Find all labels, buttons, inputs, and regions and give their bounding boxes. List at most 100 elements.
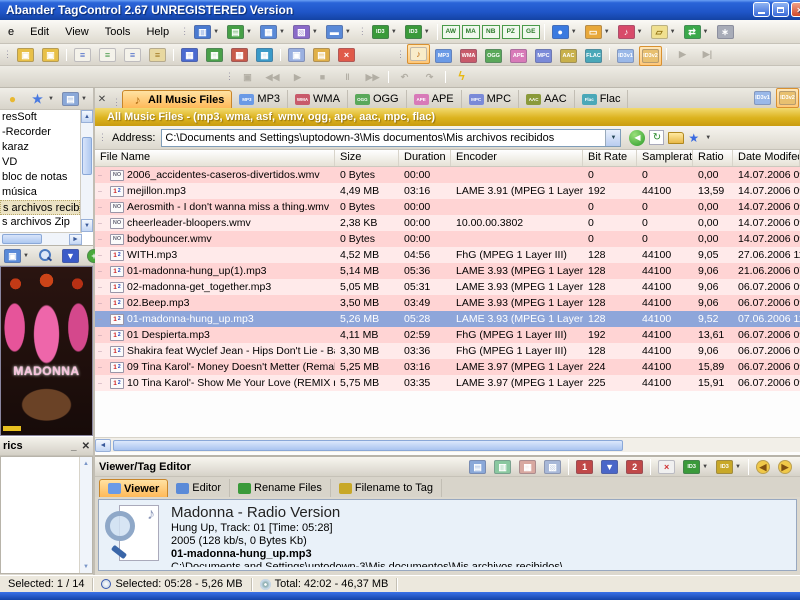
- save-id3v1-button[interactable]: 1: [573, 457, 596, 477]
- tab-mpc[interactable]: MPC MPC: [462, 90, 520, 108]
- dropdown-arrow-icon[interactable]: ▼: [670, 29, 676, 35]
- dropdown-arrow-icon[interactable]: ▼: [637, 29, 643, 35]
- file-convert-button[interactable]: ⇄ ▼: [681, 22, 712, 42]
- toolbar-grip[interactable]: ⋮: [222, 71, 235, 82]
- dropdown-arrow-icon[interactable]: ▼: [702, 464, 708, 470]
- grid-blue-button[interactable]: ▦: [178, 45, 201, 65]
- dropdown-arrow-icon[interactable]: ▼: [48, 96, 54, 102]
- menu-edit[interactable]: Edit: [22, 24, 57, 40]
- column-header[interactable]: File Name: [95, 150, 335, 166]
- scroll-thumb[interactable]: [82, 137, 92, 175]
- dropdown-arrow-icon[interactable]: ▼: [279, 29, 285, 35]
- go-back-button[interactable]: ◀: [629, 129, 646, 146]
- list-view-button[interactable]: ▦ ▼: [257, 22, 288, 42]
- file-row[interactable]: –1 2 01-madonna-hung_up(1).mp3 5,14 MB 05:36…: [95, 263, 800, 279]
- viewer-tab-rename-files[interactable]: Rename Files: [230, 479, 331, 497]
- next-file-button[interactable]: ▶: [775, 457, 795, 477]
- address-input[interactable]: [162, 129, 606, 146]
- dropdown-arrow-icon[interactable]: ▼: [312, 29, 318, 35]
- dropdown-arrow-icon[interactable]: ▼: [705, 135, 711, 141]
- mp3-button[interactable]: MP3: [432, 46, 455, 66]
- tab-ogg[interactable]: OGG OGG: [348, 90, 407, 108]
- menu-view[interactable]: View: [57, 24, 97, 40]
- ogg-button[interactable]: OGG: [482, 46, 505, 66]
- refresh-button[interactable]: ↻: [649, 130, 665, 145]
- ape-button[interactable]: APE: [507, 46, 530, 66]
- menu-file-partial[interactable]: e: [0, 24, 22, 40]
- notepad-2-button[interactable]: ≡: [96, 45, 119, 65]
- viewer-tab-editor[interactable]: Editor: [168, 479, 231, 497]
- dropdown-arrow-icon[interactable]: ▼: [81, 96, 87, 102]
- lyrics-scrollbar[interactable]: ▲ ▼: [79, 457, 92, 573]
- file-list-hscrollbar[interactable]: ◄: [95, 437, 800, 452]
- sidebar-folder-item[interactable]: música: [0, 185, 80, 200]
- scroll-left-icon[interactable]: ◄: [95, 438, 111, 452]
- sidebar-folder-item[interactable]: resSoft: [0, 110, 80, 125]
- copy-tags-b-button[interactable]: ▣: [39, 45, 62, 65]
- dropdown-arrow-icon[interactable]: ▼: [246, 29, 252, 35]
- column-header[interactable]: Encoder: [451, 150, 583, 166]
- toolbar-grip[interactable]: ⋮: [0, 49, 13, 60]
- layout-1-button[interactable]: ▤: [466, 457, 489, 477]
- scroll-up-icon[interactable]: ▲: [80, 457, 92, 470]
- music-tools-button[interactable]: ♪ ▼: [615, 22, 646, 42]
- layout-3-button[interactable]: ▦: [516, 457, 539, 477]
- copy-tags-a-button[interactable]: ▣: [14, 45, 37, 65]
- viewer-tab-filename-to-tag[interactable]: Filename to Tag: [331, 479, 442, 497]
- grid-cyan-button[interactable]: ▦: [253, 45, 276, 65]
- toolbar-grip[interactable]: ⋮: [177, 26, 190, 37]
- web-service-pz-button[interactable]: PZ: [501, 24, 520, 39]
- column-header[interactable]: Date Modifed: [733, 150, 800, 166]
- lyrics-minimize-button[interactable]: _: [71, 441, 77, 452]
- scroll-thumb[interactable]: [113, 439, 623, 451]
- toolbar-grip[interactable]: ⋮: [393, 49, 406, 60]
- paste-button[interactable]: ▤: [310, 45, 333, 65]
- quick-save-button[interactable]: ϟ: [450, 66, 473, 86]
- sidebar-folder-item[interactable]: karaz: [0, 140, 80, 155]
- web-service-nb-button[interactable]: NB: [481, 24, 500, 39]
- file-row[interactable]: –1 2 02.Beep.mp3 3,50 MB 03:49 LAME 3.93 (MPE…: [95, 295, 800, 311]
- panels-view-button[interactable]: ▬ ▼: [323, 22, 354, 42]
- close-button[interactable]: ×: [791, 2, 800, 17]
- tab-all-music-files[interactable]: ♪ All Music Files: [122, 90, 233, 108]
- menu-tools[interactable]: Tools: [97, 24, 139, 40]
- tabs-close-icon[interactable]: ✕: [95, 92, 109, 108]
- scroll-right-icon[interactable]: ►: [69, 233, 82, 245]
- delete-button[interactable]: ×: [335, 45, 358, 65]
- dropdown-arrow-icon[interactable]: ▼: [735, 464, 741, 470]
- scroll-down-icon[interactable]: ▼: [80, 560, 92, 573]
- details-view-button[interactable]: ▧ ▼: [290, 22, 321, 42]
- column-header[interactable]: Size: [335, 150, 399, 166]
- sidebar-folder-item[interactable]: s archivos recibidos: [0, 200, 80, 215]
- tree-view-button[interactable]: ▤ ▼: [224, 22, 255, 42]
- sidebar-folder-item[interactable]: s archivos Zip: [0, 215, 80, 230]
- id3v1-button[interactable]: ID3v1: [614, 46, 637, 66]
- remove-tag-button[interactable]: ×: [655, 457, 678, 477]
- dropdown-arrow-icon[interactable]: ▼: [703, 29, 709, 35]
- toolbar-grip[interactable]: ⋮: [109, 97, 122, 108]
- scroll-thumb[interactable]: [2, 234, 42, 244]
- file-row[interactable]: –1 2 01 Despierta.mp3 4,11 MB 02:59 FhG (MPEG…: [95, 327, 800, 343]
- column-header[interactable]: Duration: [399, 150, 451, 166]
- sidebar-folder-item[interactable]: -Recorder: [0, 125, 80, 140]
- id3v2-view-button[interactable]: ID3v2: [776, 88, 799, 108]
- layout-4-button[interactable]: ▧: [541, 457, 564, 477]
- save-id3v2-button[interactable]: 2: [623, 457, 646, 477]
- web-service-aw-button[interactable]: AW: [441, 24, 460, 39]
- file-row[interactable]: –1 2 Shakira feat Wyclef Jean - Hips Don't…: [95, 343, 800, 359]
- web-service-ma-button[interactable]: MA: [461, 24, 480, 39]
- file-row[interactable]: –1 2 02-madonna-get_together.mp3 5,05 MB 05:…: [95, 279, 800, 295]
- columns-view-button[interactable]: ▥ ▼: [191, 22, 222, 42]
- prev-file-button[interactable]: ◀: [753, 457, 773, 477]
- tag-v1-tools-button[interactable]: ID3 ▼: [369, 22, 400, 42]
- tab-ape[interactable]: APE APE: [407, 90, 462, 108]
- flac-button[interactable]: FLAC: [582, 46, 605, 66]
- dropdown-arrow-icon[interactable]: ▼: [571, 29, 577, 35]
- folder-hscrollbar[interactable]: ►: [0, 232, 82, 245]
- folder-organize-button[interactable]: ▭ ▼: [582, 22, 613, 42]
- menu-help[interactable]: Help: [138, 24, 177, 40]
- file-row[interactable]: –1 2 01-madonna-hung_up.mp3 5,26 MB 05:28 LAM…: [95, 311, 800, 327]
- notepad-4-button[interactable]: ≡: [146, 45, 169, 65]
- file-row[interactable]: –1 2 mejillon.mp3 4,49 MB 03:16 LAME 3.91 (MP…: [95, 183, 800, 199]
- toolbar-grip[interactable]: ⋮: [95, 132, 108, 143]
